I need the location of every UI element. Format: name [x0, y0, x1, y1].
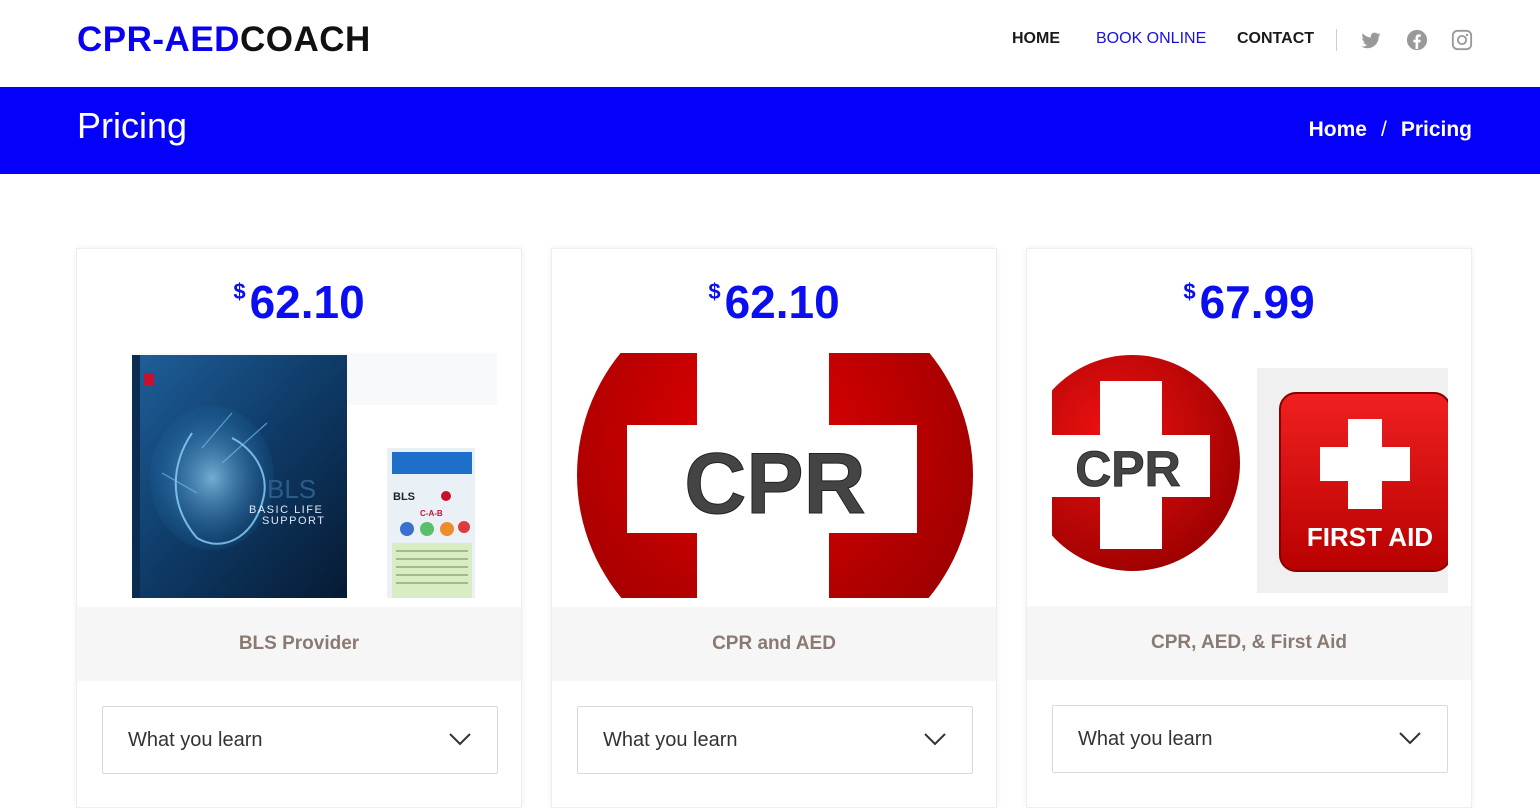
bls-card-title: BLS	[393, 491, 415, 503]
facebook-icon[interactable]	[1406, 29, 1428, 51]
currency-symbol: $	[708, 279, 721, 304]
plan-name: CPR and AED	[712, 633, 836, 654]
page-banner: Pricing Home / Pricing	[0, 87, 1540, 174]
plan-name-band: BLS Provider	[77, 607, 521, 681]
plan-name: BLS Provider	[238, 633, 360, 654]
plan-name-band: CPR, AED, & First Aid	[1027, 606, 1471, 680]
price: $62.10	[77, 275, 521, 329]
page-title: Pricing	[77, 105, 188, 146]
first-aid-text: FIRST AID	[1307, 522, 1433, 552]
bls-cover-line-3: SUPPORT	[262, 515, 325, 527]
nav-book-online[interactable]: BOOK ONLINE	[1096, 30, 1206, 48]
plan-name: CPR, AED, & First Aid	[1151, 632, 1347, 653]
nav-divider	[1336, 29, 1337, 51]
plan-name-band: CPR and AED	[552, 607, 996, 681]
logo-part-1: CPR-AED	[77, 20, 240, 59]
pricing-card-bls: $62.10 BLS BASIC LIFE SUPPORT BLS C-A-B …	[76, 248, 522, 808]
price-amount: 62.10	[249, 276, 365, 328]
accordion-label: What you learn	[128, 729, 263, 751]
site-header: CPR-AEDCOACH HOME BOOK ONLINE CONTACT	[0, 0, 1540, 87]
cpr-badge-text: CPR	[684, 436, 866, 532]
pricing-card-first-aid: $67.99 CPR FIRST AID CPR, AED, & First A…	[1026, 248, 1472, 808]
bls-manual-image: BLS BASIC LIFE SUPPORT BLS C-A-B	[102, 353, 498, 598]
chevron-down-icon	[1399, 732, 1421, 745]
currency-symbol: $	[1183, 279, 1196, 304]
cpr-first-aid-image: CPR FIRST AID	[1052, 353, 1448, 598]
price: $67.99	[1027, 275, 1471, 329]
site-logo[interactable]: CPR-AEDCOACH	[77, 20, 371, 60]
breadcrumb: Home / Pricing	[1309, 118, 1472, 142]
price-amount: 67.99	[1199, 276, 1315, 328]
breadcrumb-current: Pricing	[1400, 118, 1472, 141]
accordion-label: What you learn	[603, 729, 738, 751]
accordion-label: What you learn	[1078, 728, 1213, 750]
what-you-learn-accordion[interactable]: What you learn	[577, 706, 973, 774]
nav-contact[interactable]: CONTACT	[1237, 30, 1314, 48]
bls-cover-title: BLS	[267, 474, 316, 504]
chevron-down-icon	[449, 733, 471, 746]
nav-home[interactable]: HOME	[1012, 30, 1060, 48]
cpr-badge-image: CPR	[577, 353, 973, 598]
what-you-learn-accordion[interactable]: What you learn	[1052, 705, 1448, 773]
breadcrumb-home[interactable]: Home	[1309, 118, 1367, 141]
price-amount: 62.10	[724, 276, 840, 328]
twitter-icon[interactable]	[1360, 29, 1382, 51]
breadcrumb-separator: /	[1380, 118, 1387, 141]
what-you-learn-accordion[interactable]: What you learn	[102, 706, 498, 774]
pricing-card-cpr-aed: $62.10 CPR CPR and AED What you learn	[551, 248, 997, 808]
bls-card-subtitle: C-A-B	[420, 509, 443, 518]
chevron-down-icon	[924, 733, 946, 746]
price: $62.10	[552, 275, 996, 329]
logo-part-2: COACH	[239, 20, 371, 59]
currency-symbol: $	[233, 279, 246, 304]
cpr-badge-text: CPR	[1075, 441, 1181, 497]
instagram-icon[interactable]	[1451, 29, 1473, 51]
